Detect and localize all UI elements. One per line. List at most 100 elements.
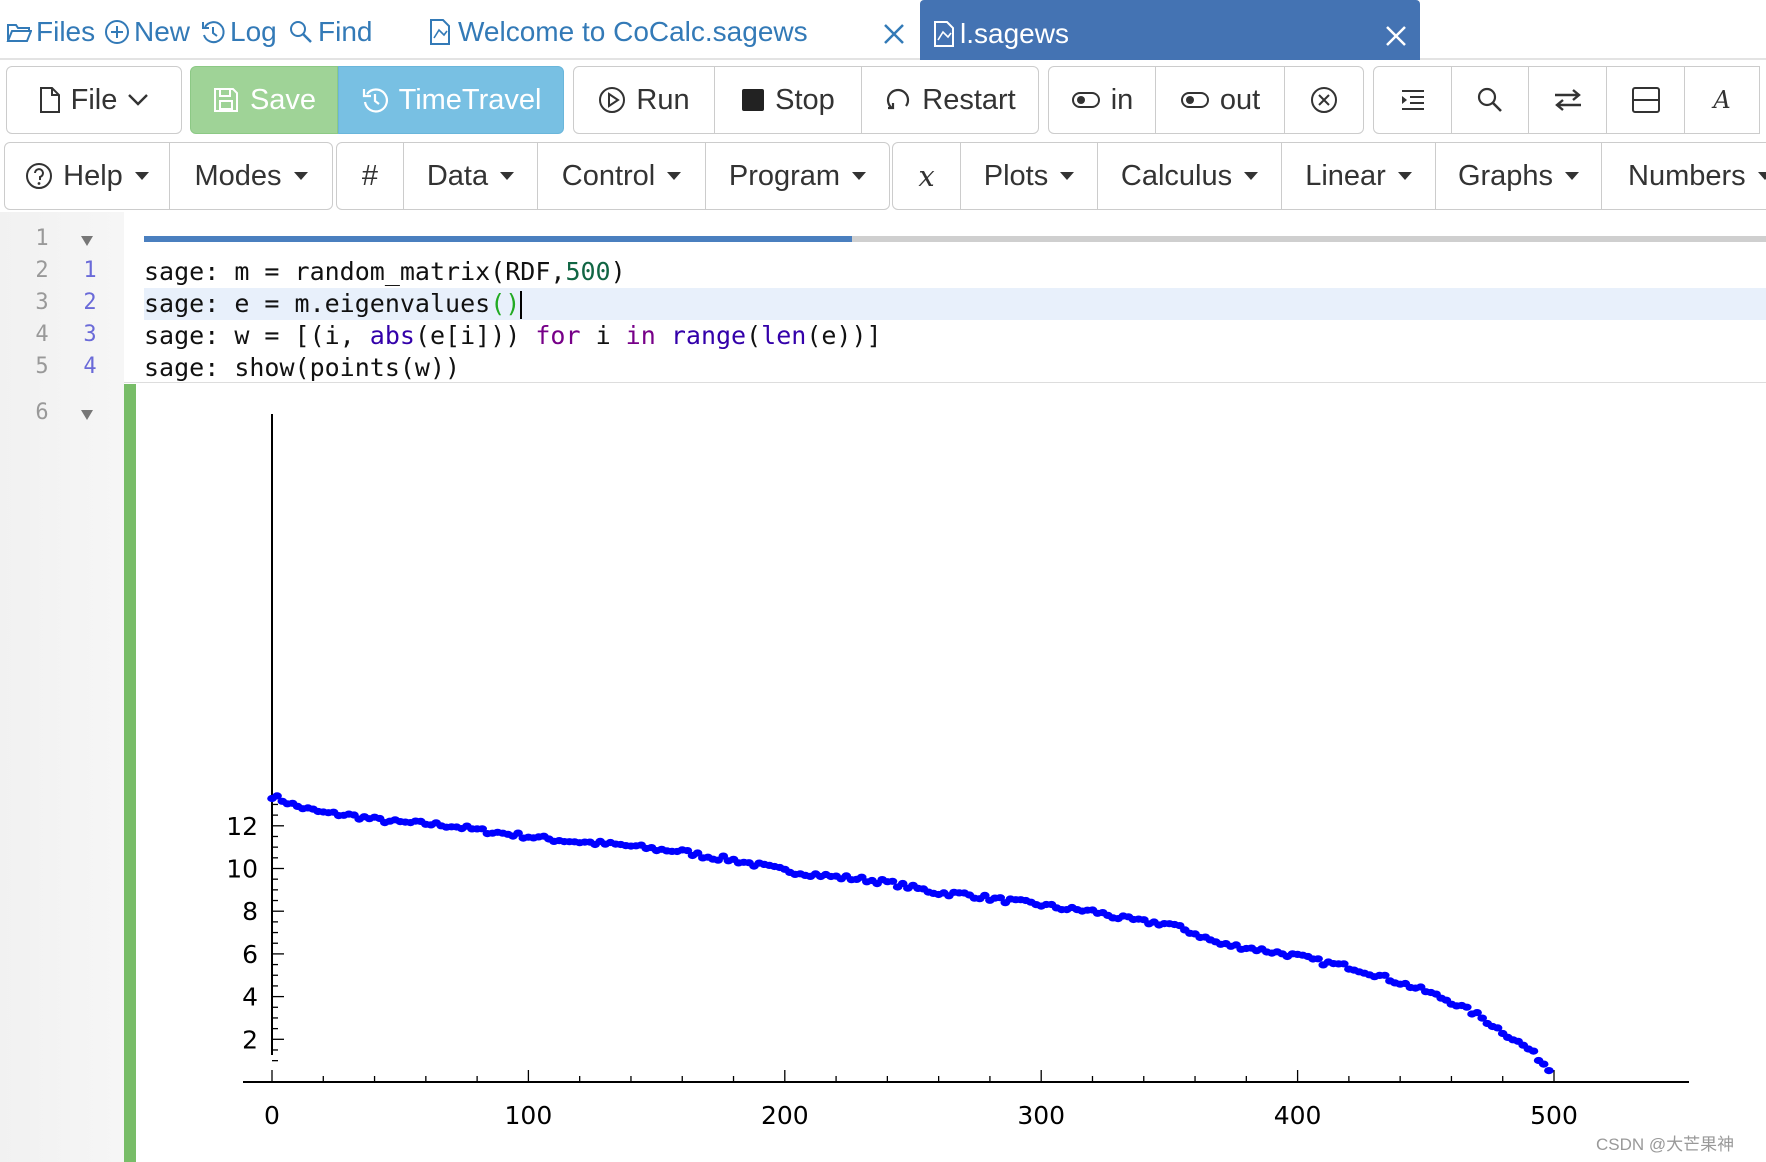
clear-output-button[interactable] [1284,66,1364,134]
sagews-file-icon [934,21,954,47]
files-link[interactable]: Files [6,16,95,48]
restart-button[interactable]: Restart [861,66,1039,134]
caret-down-icon [1565,172,1580,180]
find-label: Find [318,16,373,47]
search-button[interactable] [1451,66,1529,134]
hash-button[interactable]: # [336,142,404,210]
input-line-number: 1 [83,258,97,283]
x-tick-label: 200 [761,1101,809,1130]
zoom-out-label: out [1219,83,1261,116]
data-points [267,792,1554,1075]
caret-down-icon [667,172,682,180]
plus-circle-icon [105,20,129,44]
history-icon [202,21,225,44]
help-menu-button[interactable]: Help [4,142,170,210]
file-menu-button[interactable]: File [6,66,182,134]
save-button[interactable]: Save [190,66,338,134]
caret-down-icon [293,172,308,180]
input-line-number: 2 [83,290,97,315]
plots-label: Plots [983,159,1049,192]
program-menu-button[interactable]: Program [705,142,890,210]
line-gutter: 1 2 3 4 5 6 1 2 3 4 [0,212,124,1162]
x-tick-label: 500 [1530,1101,1578,1130]
run-button[interactable]: Run [573,66,715,134]
code-line-1[interactable]: sage: m = random_matrix(RDF,500) [144,256,1766,288]
data-label: Data [426,159,489,192]
x-tick-label: 300 [1017,1101,1065,1130]
data-menu-button[interactable]: Data [403,142,538,210]
caret-down-icon [1060,172,1075,180]
y-tick-label: 2 [242,1025,258,1054]
plots-menu-button[interactable]: Plots [960,142,1098,210]
toggle-icon [1180,92,1209,108]
line-number: 4 [35,322,49,347]
caret-down-icon [1244,172,1259,180]
new-link[interactable]: New [104,16,190,48]
split-view-button[interactable] [1606,66,1685,134]
close-circle-icon [1311,87,1337,113]
indent-icon [1401,90,1424,110]
top-tab-bar: Files New Log Find Welcome to CoCalc.sag… [0,0,1766,60]
numbers-menu-button[interactable]: Numbers [1601,142,1766,210]
caret-down-icon [852,172,867,180]
find-link[interactable]: Find [288,16,372,48]
caret-down-icon [1757,172,1766,180]
code-line-2[interactable]: sage: e = m.eigenvalues() [144,288,1766,320]
x-tick-label: 400 [1274,1101,1322,1130]
modes-label: Modes [194,159,282,192]
indent-button[interactable] [1373,66,1452,134]
y-tick-label: 12 [226,812,258,841]
tab-welcome-sagews[interactable]: Welcome to CoCalc.sagews [428,14,912,50]
timetravel-button[interactable]: TimeTravel [338,66,564,134]
output-cell-bar[interactable] [124,384,136,1162]
modes-menu-button[interactable]: Modes [169,142,333,210]
log-link[interactable]: Log [200,16,277,48]
watermark-text: CSDN @大芒果神 [1596,1135,1735,1154]
code-line-3[interactable]: sage: w = [(i, abs(e[i])) for i in range… [144,320,1766,352]
save-icon [213,88,238,112]
new-label: New [134,16,191,47]
math-x-button[interactable]: x [892,142,961,210]
file-label: File [70,83,118,116]
data-point [1528,1047,1539,1055]
control-label: Control [561,159,656,192]
stop-button[interactable]: Stop [714,66,862,134]
hash-label: # [361,159,379,192]
line-number: 3 [35,290,49,315]
linear-menu-button[interactable]: Linear [1281,142,1436,210]
tab-l-sagews[interactable]: l.sagews [920,0,1420,60]
font-size-label: A [1713,86,1731,114]
run-label: Run [636,83,690,116]
close-tab-icon[interactable] [880,20,908,48]
replace-button[interactable] [1528,66,1607,134]
caret-down-icon [134,172,149,180]
text-cursor [520,291,523,319]
y-minor-ticks [272,803,284,1062]
linear-label: Linear [1305,159,1386,192]
font-size-button[interactable]: A [1684,66,1760,134]
line-number: 6 [35,400,49,425]
sagews-file-icon [430,19,450,45]
x-minor-ticks [271,1070,1555,1082]
numbers-label: Numbers [1628,159,1746,192]
fold-arrow-icon[interactable] [80,409,94,421]
folder-open-icon [6,24,32,42]
fold-arrow-icon[interactable] [80,235,94,247]
graphs-menu-button[interactable]: Graphs [1435,142,1602,210]
zoom-out-button[interactable]: out [1155,66,1285,134]
math-x-label: x [918,159,935,193]
control-menu-button[interactable]: Control [537,142,706,210]
cell-divider [124,382,1766,383]
line-number: 1 [35,226,49,251]
line-number: 5 [35,354,49,379]
save-label: Save [249,83,317,116]
stop-label: Stop [775,83,835,116]
line-number: 2 [35,258,49,283]
close-tab-icon[interactable] [1382,22,1410,50]
play-circle-icon [599,87,626,113]
code-line-4[interactable]: sage: show(points(w)) [144,352,1766,384]
zoom-in-button[interactable]: in [1048,66,1156,134]
calculus-menu-button[interactable]: Calculus [1097,142,1282,210]
help-label: Help [63,159,123,192]
cell-progress-fill [144,236,852,242]
